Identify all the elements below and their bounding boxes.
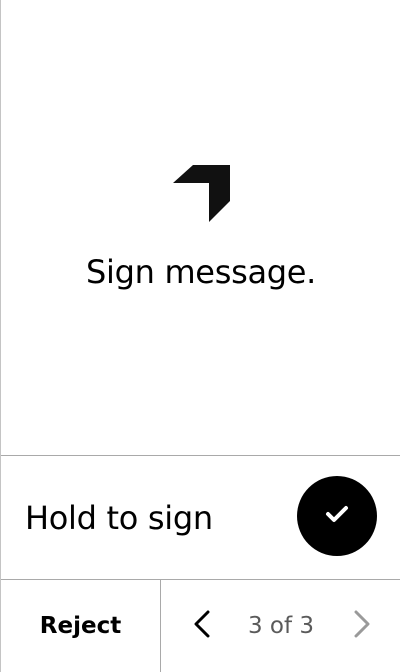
page-indicator: 3 of 3 bbox=[247, 613, 315, 639]
chevron-right-icon bbox=[353, 609, 371, 643]
chevron-left-icon bbox=[193, 609, 211, 643]
checkmark-icon bbox=[324, 504, 350, 528]
sign-message-screen: Sign message. Hold to sign Reject 3 of 3 bbox=[0, 0, 400, 672]
next-page-button[interactable] bbox=[347, 604, 377, 648]
hero-section: Sign message. bbox=[1, 0, 400, 455]
page-title: Sign message. bbox=[85, 253, 317, 291]
reject-button[interactable]: Reject bbox=[1, 580, 161, 672]
hold-to-sign-button[interactable] bbox=[297, 476, 377, 556]
hold-to-sign-label: Hold to sign bbox=[25, 499, 213, 537]
previous-page-button[interactable] bbox=[187, 604, 217, 648]
corner-arrow-icon bbox=[172, 164, 232, 224]
